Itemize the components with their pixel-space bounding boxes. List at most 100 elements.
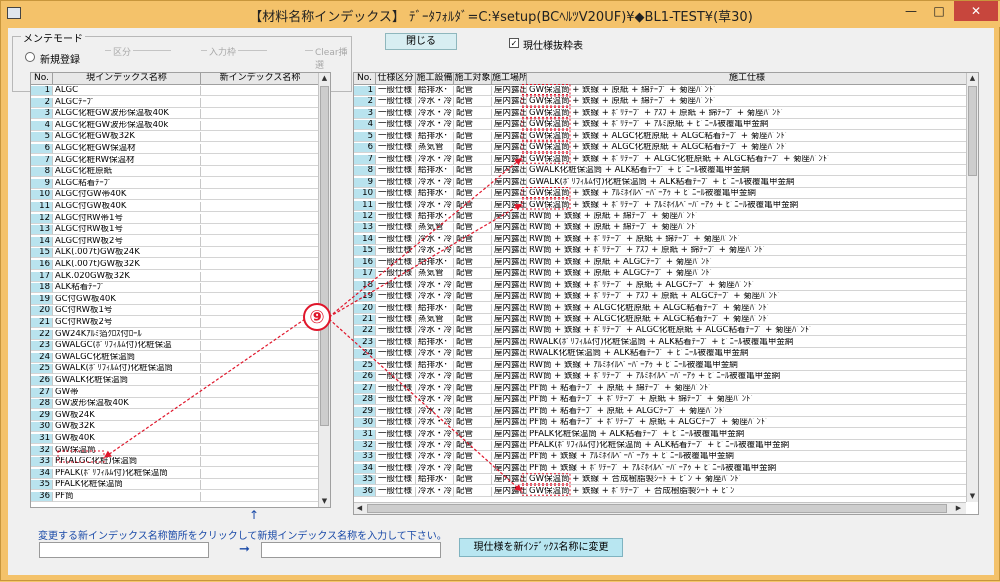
current-index-name[interactable]: ALGC <box>53 86 201 96</box>
current-index-name[interactable]: PF筒 <box>53 492 201 502</box>
table-row[interactable]: 32 一般仕様 冷水・冷 配管 屋内露出 PFALK(ﾎﾟﾘﾌｨﾙﾑ付)化粧保温筒 + A… <box>354 440 968 451</box>
table-row[interactable]: 21 一般仕様 蒸気管 配管 屋内露出 RW筒 + 鉄線 + ALGC化粧原紙 + ALG… <box>354 315 968 325</box>
table-row[interactable]: 24 一般仕様 冷水・冷 配管 屋内露出 RWALK化粧保温筒 + ALK粘着ﾃｰﾌﾟ +… <box>354 349 968 360</box>
maximize-button[interactable]: □ <box>925 1 953 21</box>
table-row[interactable]: 3 一般仕様 冷水・冷 配管 屋内露出 GW保温筒 + 鉄線 + ﾎﾟﾘﾃｰﾌﾟ + ｱｽ… <box>354 108 968 119</box>
table-row[interactable]: 31 GW板40K <box>31 434 320 444</box>
new-index-name-cell[interactable] <box>201 132 320 143</box>
right-scroll-left-arrow[interactable]: ◀ <box>354 503 365 514</box>
current-index-name[interactable]: GW保温筒 <box>53 445 201 456</box>
current-index-name[interactable]: ALK.020GW板32K <box>53 271 201 282</box>
new-index-name-cell[interactable] <box>201 213 320 224</box>
table-row[interactable]: 22 一般仕様 冷水・冷 配管 屋内露出 RW筒 + 鉄線 + ﾎﾟﾘﾃｰﾌﾟ + ALG… <box>354 326 968 337</box>
table-row[interactable]: 33 一般仕様 冷水・冷 配管 屋内露出 PF筒 + 鉄線 + ｱﾙﾐﾎｲﾙﾍﾟｰﾊﾟｰｱ… <box>354 452 968 463</box>
table-row[interactable]: 15 ALK(.007t)GW板24K <box>31 248 320 259</box>
table-row[interactable]: 31 一般仕様 冷水・冷 配管 屋内露出 PFALK化粧保温筒 + ALK粘着ﾃｰﾌﾟ +… <box>354 429 968 440</box>
table-row[interactable]: 22 GW24Kｱﾙﾐ箔ｸﾛｽ付ﾛｰﾙ <box>31 329 320 340</box>
current-index-name[interactable]: ALK(.007t)GW板24K <box>53 248 201 259</box>
current-index-name[interactable]: PFALK化粧保温筒 <box>53 480 201 491</box>
new-index-name-cell[interactable] <box>201 457 320 468</box>
current-index-name[interactable]: ALGCﾃｰﾌﾟ <box>53 97 201 108</box>
new-index-name-cell[interactable] <box>201 225 320 236</box>
table-row[interactable]: 18 一般仕様 冷水・冷 配管 屋内露出 RW筒 + 鉄線 + ﾎﾟﾘﾃｰﾌﾟ + 原紙 … <box>354 280 968 291</box>
column-header-target[interactable]: 施工対象 <box>454 73 492 85</box>
table-row[interactable]: 5 ALGC化粧GW板32K <box>31 132 320 143</box>
table-row[interactable]: 35 一般仕様 給排水･ 配管 屋内露出 GW保温筒 + 鉄線 + 合成樹脂製ｼｰﾄ + … <box>354 475 968 486</box>
left-vertical-scrollbar[interactable]: ▲ ▼ <box>318 73 330 507</box>
current-index-name[interactable]: ALGC付GW板40K <box>53 202 201 212</box>
table-row[interactable]: 1 ALGC <box>31 86 320 96</box>
right-scroll-up-arrow[interactable]: ▲ <box>967 73 978 84</box>
table-row[interactable]: 2 一般仕様 冷水・冷 配管 屋内露出 GW保温筒 + 鉄線 + 原紙 + 綿ﾃｰﾌﾟ +… <box>354 97 968 108</box>
table-row[interactable]: 8 一般仕様 給排水･ 配管 屋内露出 GWALK化粧保温筒 + ALK粘着ﾃｰﾌﾟ + … <box>354 166 968 177</box>
table-row[interactable]: 30 一般仕様 冷水・冷 配管 屋内露出 PF筒 + 粘着ﾃｰﾌﾟ + ﾎﾟﾘﾃｰﾌﾟ +… <box>354 418 968 429</box>
new-index-name-cell[interactable] <box>201 492 320 502</box>
current-index-name[interactable]: ALGC化粧GW保温材 <box>53 144 201 154</box>
table-row[interactable]: 24 GWALGC化粧保温筒 <box>31 352 320 363</box>
new-index-name-cell[interactable] <box>201 306 320 317</box>
current-index-name[interactable]: ALK粘着ﾃｰﾌﾟ <box>53 283 201 294</box>
table-row[interactable]: 4 ALGC化粧GW波形保温板40k <box>31 120 320 131</box>
table-row[interactable]: 36 PF筒 <box>31 492 320 502</box>
new-index-name-cell[interactable] <box>201 352 320 363</box>
table-row[interactable]: 23 一般仕様 給排水･ 配管 屋内露出 RWALK(ﾎﾟﾘﾌｨﾙﾑ付)化粧保温筒 + A… <box>354 337 968 348</box>
current-index-name[interactable]: GC付RW板1号 <box>53 306 201 317</box>
table-row[interactable]: 20 一般仕様 給排水･ 配管 屋内露出 RW筒 + 鉄線 + ALGC化粧原紙 + AL… <box>354 303 968 314</box>
table-row[interactable]: 27 一般仕様 冷水・冷 配管 屋内露出 PF筒 + 粘着ﾃｰﾌﾟ + 原紙 + 綿ﾃｰﾌ… <box>354 383 968 394</box>
new-index-name-cell[interactable] <box>201 434 320 444</box>
new-index-name-cell[interactable] <box>201 86 320 96</box>
table-row[interactable]: 1 一般仕様 給排水･ 配管 屋内露出 GW保温筒 + 鉄線 + 原紙 + 綿ﾃｰﾌﾟ +… <box>354 86 968 96</box>
table-row[interactable]: 29 GW板24K <box>31 410 320 421</box>
table-row[interactable]: 12 一般仕様 給排水･ 配管 屋内露出 RW筒 + 鉄線 + 原紙 + 綿ﾃｰﾌﾟ + … <box>354 211 968 222</box>
new-index-name-cell[interactable] <box>201 422 320 433</box>
table-row[interactable]: 16 ALK(.007t)GW板32K <box>31 260 320 270</box>
new-index-name-cell[interactable] <box>201 387 320 398</box>
table-row[interactable]: 36 一般仕様 冷水・冷 配管 屋内露出 GW保温筒 + 鉄線 + ﾎﾟﾘﾃｰﾌﾟ + 合… <box>354 486 968 497</box>
table-row[interactable]: 7 一般仕様 冷水・冷 配管 屋内露出 GW保温筒 + 鉄線 + ﾎﾟﾘﾃｰﾌﾟ + AL… <box>354 154 968 165</box>
table-row[interactable]: 19 一般仕様 冷水・冷 配管 屋内露出 RW筒 + 鉄線 + ﾎﾟﾘﾃｰﾌﾟ + ｱｽﾌ… <box>354 292 968 303</box>
table-row[interactable]: 14 一般仕様 冷水・冷 配管 屋内露出 RW筒 + 鉄線 + ﾎﾟﾘﾃｰﾌﾟ + 原紙 … <box>354 234 968 245</box>
column-header-no[interactable]: No. <box>31 73 53 85</box>
new-index-name-cell[interactable] <box>201 190 320 201</box>
table-row[interactable]: 3 ALGC化粧GW波形保温板40K <box>31 109 320 120</box>
right-scroll-down-arrow[interactable]: ▼ <box>967 491 978 502</box>
table-row[interactable]: 18 ALK粘着ﾃｰﾌﾟ <box>31 283 320 294</box>
column-header-current-name[interactable]: 現インデックス名称 <box>53 73 201 85</box>
new-index-name-cell[interactable] <box>201 480 320 491</box>
column-header-location[interactable]: 施工場所 <box>492 73 527 85</box>
table-row[interactable]: 14 ALGC付RW板2号 <box>31 236 320 247</box>
table-row[interactable]: 11 一般仕様 冷水・冷 配管 屋内露出 GW保温筒 + 鉄線 + ﾎﾟﾘﾃｰﾌﾟ + ｱ… <box>354 200 968 211</box>
new-index-name-cell[interactable] <box>201 329 320 340</box>
table-row[interactable]: 6 一般仕様 蒸気管 配管 屋内露出 GW保温筒 + 鉄線 + ALGC化粧原紙 + AL… <box>354 143 968 154</box>
table-row[interactable]: 28 一般仕様 冷水・冷 配管 屋内露出 PF筒 + 粘着ﾃｰﾌﾟ + ﾎﾟﾘﾃｰﾌﾟ +… <box>354 395 968 406</box>
left-scroll-up-arrow[interactable]: ▲ <box>319 73 330 84</box>
table-row[interactable]: 17 一般仕様 蒸気管 配管 屋内露出 RW筒 + 鉄線 + 原紙 + ALGCﾃｰﾌﾟ … <box>354 269 968 280</box>
table-row[interactable]: 19 GC付GW板40K <box>31 294 320 305</box>
table-row[interactable]: 12 ALGC付RW帯1号 <box>31 213 320 224</box>
new-index-name-cell[interactable] <box>201 155 320 166</box>
right-vertical-scrollbar[interactable]: ▲ ▼ <box>966 73 978 502</box>
table-row[interactable]: 30 GW板32K <box>31 422 320 433</box>
right-horizontal-scrollbar[interactable]: ◀ ▶ <box>354 502 966 514</box>
current-index-name[interactable]: GWALK化粧保温筒 <box>53 376 201 386</box>
new-name-field[interactable] <box>261 542 441 558</box>
new-index-name-cell[interactable] <box>201 364 320 375</box>
table-row[interactable]: 20 GC付RW板1号 <box>31 306 320 317</box>
table-row[interactable]: 6 ALGC化粧GW保温材 <box>31 144 320 154</box>
new-index-name-cell[interactable] <box>201 167 320 178</box>
table-row[interactable]: 26 GWALK化粧保温筒 <box>31 376 320 386</box>
table-row[interactable]: 34 PFALK(ﾎﾟﾘﾌｨﾙﾑ付)化粧保温筒 <box>31 468 320 479</box>
current-index-name[interactable]: GWALGC化粧保温筒 <box>53 352 201 363</box>
new-index-name-cell[interactable] <box>201 318 320 328</box>
new-index-name-cell[interactable] <box>201 178 320 189</box>
left-scroll-down-arrow[interactable]: ▼ <box>319 496 330 507</box>
current-index-name[interactable]: PF(ALGC化粧)保温筒 <box>53 457 201 468</box>
table-row[interactable]: 23 GWALGC(ﾎﾟﾘﾌｨﾙﾑ付)化粧保温 <box>31 341 320 352</box>
column-header-spec[interactable]: 施工仕様 <box>527 73 968 85</box>
table-row[interactable]: 11 ALGC付GW板40K <box>31 202 320 212</box>
new-index-name-cell[interactable] <box>201 109 320 120</box>
title-bar[interactable]: 【材料名称インデックス】 ﾃﾞｰﾀﾌｫﾙﾀﾞ=C:¥setup(BCﾍﾙﾂV20… <box>1 1 1000 27</box>
new-index-name-cell[interactable] <box>201 248 320 259</box>
table-row[interactable]: 25 一般仕様 給排水･ 配管 屋内露出 RW筒 + 鉄線 + ｱﾙﾐﾎｲﾙﾍﾟｰﾊﾟｰｱ… <box>354 360 968 371</box>
table-row[interactable]: 4 一般仕様 冷水・冷 配管 屋内露出 GW保温筒 + 鉄線 + ﾎﾟﾘﾃｰﾌﾟ + ｱﾙ… <box>354 120 968 131</box>
